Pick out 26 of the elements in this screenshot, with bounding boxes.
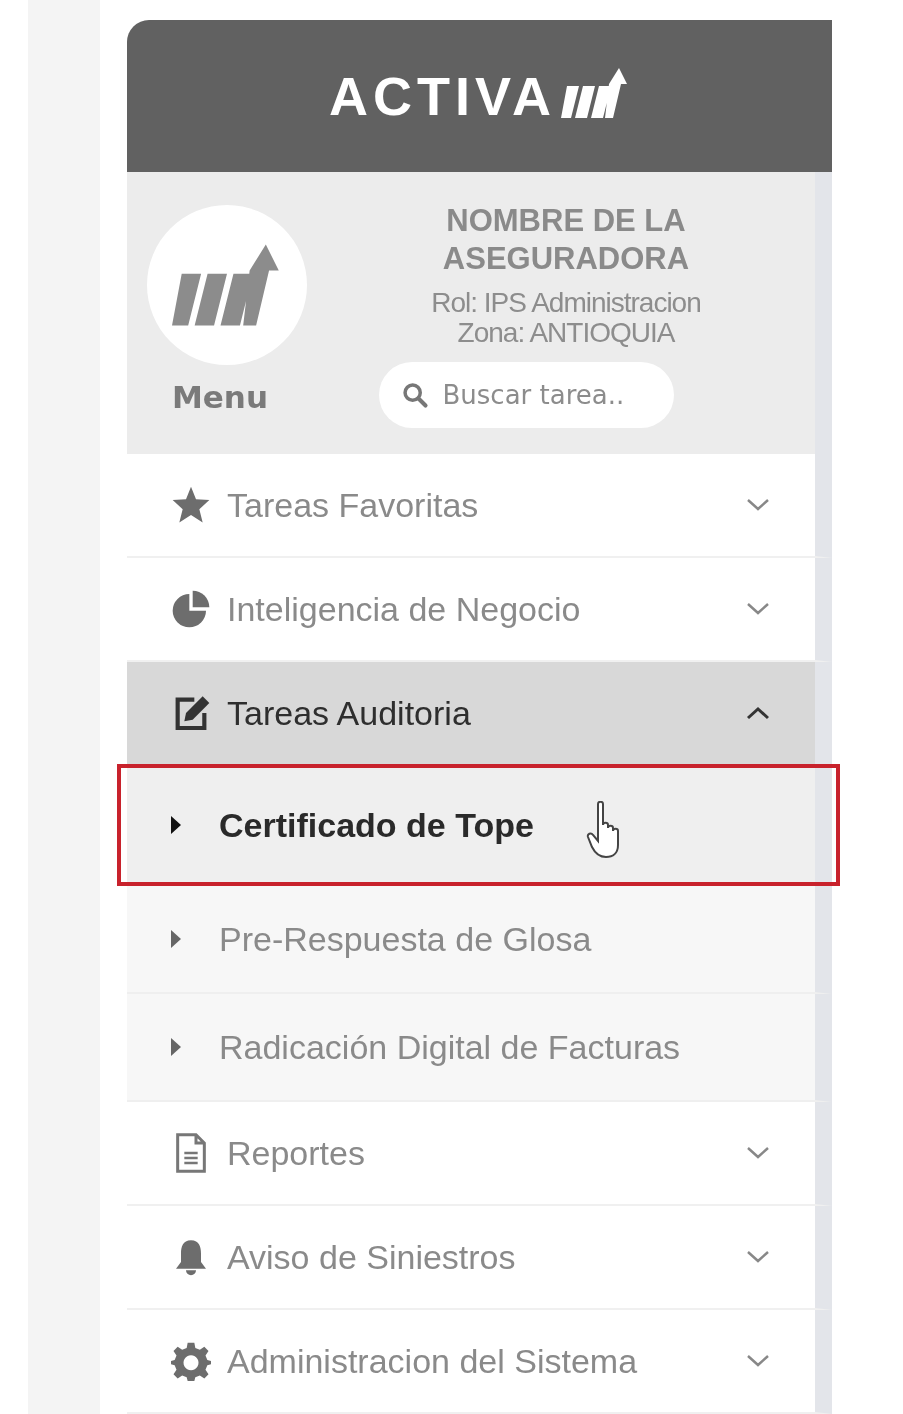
triangle-icon [169, 928, 183, 950]
submenu-item[interactable]: Radicación Digital de Facturas [127, 994, 832, 1102]
gear-icon [171, 1341, 211, 1381]
submenu-item[interactable]: Pre-Respuesta de Glosa [127, 886, 832, 994]
triangle-icon [169, 1036, 183, 1058]
pie-chart-icon [171, 589, 211, 629]
organization-name: NOMBRE DE LA ASEGURADORA [441, 201, 691, 278]
chevron-up-icon [745, 705, 771, 721]
menu-label: Menu [172, 378, 268, 415]
menu-item[interactable]: Aviso de Siniestros [127, 1206, 832, 1310]
menu-item[interactable]: Administracion del Sistema [127, 1310, 832, 1414]
menu-item[interactable]: Tareas Favoritas [127, 454, 832, 558]
menu-item[interactable]: Tareas Auditoria [127, 662, 832, 766]
chevron-down-icon [745, 1145, 771, 1161]
zone-text: Zona: ANTIOQUIA [457, 317, 675, 348]
role-text: Rol: IPS Administracion [431, 287, 701, 318]
menu-item[interactable]: Inteligencia de Negocio [127, 558, 832, 662]
chevron-down-icon [745, 497, 771, 513]
chevron-down-icon [745, 601, 771, 617]
search-field[interactable]: Buscar tarea.. [378, 361, 674, 428]
star-icon [171, 485, 211, 525]
triangle-icon [169, 814, 183, 836]
chevron-down-icon [745, 1249, 771, 1265]
chevron-down-icon [745, 1353, 771, 1369]
menu-item[interactable]: Reportes [127, 1102, 832, 1206]
brand-name: ACTIVA [329, 64, 556, 127]
